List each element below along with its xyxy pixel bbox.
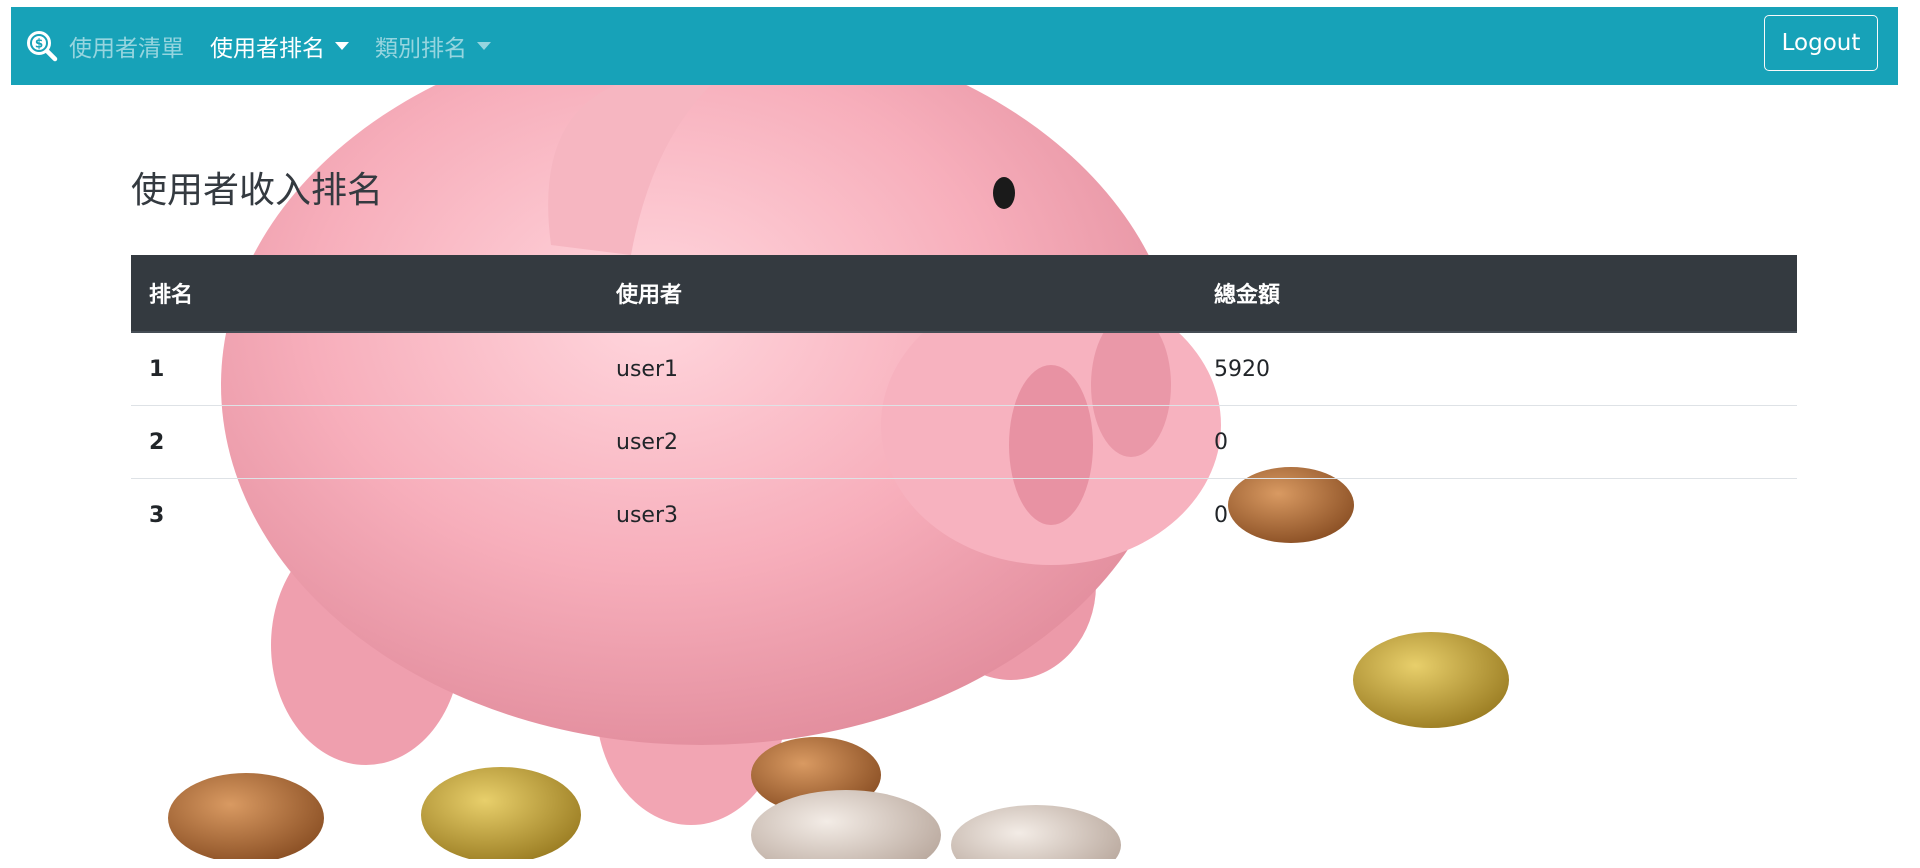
amount-cell: 5920 [1196,332,1797,406]
top-navbar: $ 使用者清單 使用者排名 類別排名 Logout [11,7,1898,85]
nav-category-ranking-label: 類別排名 [375,36,467,62]
rank-cell: 3 [149,502,165,528]
nav-category-ranking-dropdown[interactable]: 類別排名 [375,29,491,63]
nav-user-list[interactable]: 使用者清單 [69,29,184,63]
table-row: 2 user2 0 [131,405,1797,479]
user-cell: user2 [598,405,1196,479]
ranking-table: 排名 使用者 總金額 1 user1 5920 2 user2 0 3 user… [131,255,1797,551]
user-cell: user1 [598,332,1196,406]
amount-cell: 0 [1196,405,1797,479]
column-header-user: 使用者 [598,255,1196,333]
nav-user-list-label: 使用者清單 [69,36,184,62]
search-dollar-icon[interactable]: $ [25,29,59,63]
caret-down-icon [335,42,349,50]
caret-down-icon [477,42,491,50]
column-header-total-amount: 總金額 [1196,255,1797,333]
logout-button[interactable]: Logout [1764,15,1878,71]
user-cell: user3 [616,502,678,528]
nav-user-ranking-label: 使用者排名 [210,36,325,62]
table-row: 3 user3 0 [131,479,1797,552]
rank-cell: 1 [131,332,598,406]
app-frame: $ 使用者清單 使用者排名 類別排名 Logout 使用者收入排名 排名 使用者… [11,7,1898,859]
table-header: 排名 使用者 總金額 [131,255,1797,333]
rank-cell: 2 [131,405,598,479]
page-title: 使用者收入排名 [131,170,384,211]
amount-cell: 0 [1214,502,1228,528]
table-row: 1 user1 5920 [131,332,1797,406]
column-header-rank: 排名 [131,255,598,333]
nav-user-ranking-dropdown[interactable]: 使用者排名 [210,29,349,63]
svg-text:$: $ [35,37,43,51]
